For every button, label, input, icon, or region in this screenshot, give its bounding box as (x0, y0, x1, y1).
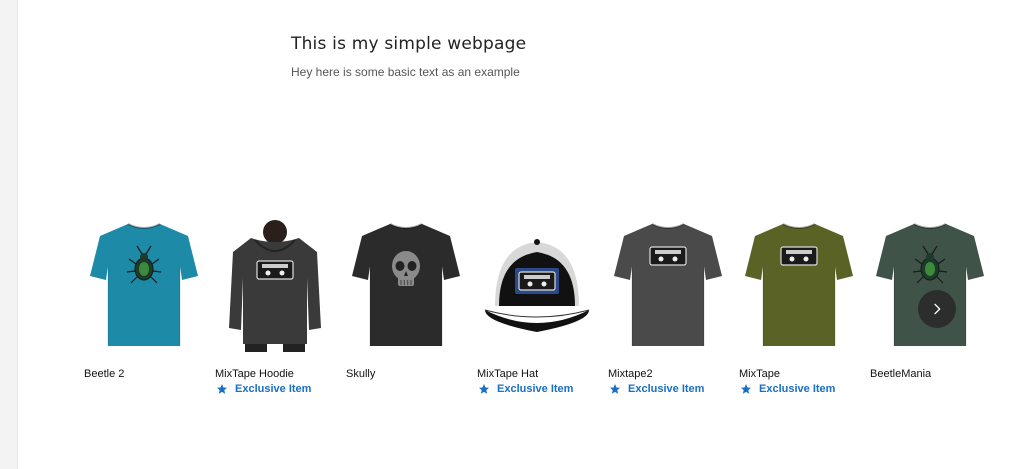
chevron-right-icon (934, 303, 941, 315)
cassette-graphic (256, 260, 294, 280)
product-name[interactable]: BeetleMania (870, 368, 931, 380)
exclusive-badge: Exclusive Item (609, 383, 704, 395)
page-header: This is my simple webpage Hey here is so… (291, 34, 526, 79)
badge-label: Exclusive Item (759, 383, 836, 395)
product-image[interactable] (215, 218, 335, 352)
product-card[interactable]: Beetle 2 (84, 218, 204, 380)
star-icon (741, 384, 751, 394)
product-name[interactable]: MixTape Hat (477, 368, 538, 380)
badge-label: Exclusive Item (235, 383, 312, 395)
product-card[interactable]: MixTape Hoodie Exclusive Item (215, 218, 335, 395)
product-image[interactable] (84, 218, 204, 352)
product-name[interactable]: MixTape Hoodie (215, 368, 294, 380)
page-title: This is my simple webpage (291, 34, 527, 54)
left-rail (0, 0, 18, 469)
product-carousel: Beetle 2 MixTape Hoodie Exclusive Item S… (84, 218, 1024, 408)
product-image[interactable] (870, 218, 990, 352)
star-icon (610, 384, 620, 394)
product-image[interactable] (739, 218, 859, 352)
exclusive-badge: Exclusive Item (216, 383, 311, 395)
cassette-graphic (780, 246, 818, 266)
product-card[interactable]: BeetleMania (870, 218, 990, 380)
product-image[interactable] (346, 218, 466, 352)
product-image[interactable] (608, 218, 728, 352)
product-name[interactable]: MixTape (739, 368, 780, 380)
cassette-graphic (649, 246, 687, 266)
product-card[interactable]: MixTape Exclusive Item (739, 218, 859, 395)
product-image[interactable] (477, 218, 597, 352)
product-name[interactable]: Mixtape2 (608, 368, 653, 380)
exclusive-badge: Exclusive Item (478, 383, 573, 395)
exclusive-badge: Exclusive Item (740, 383, 835, 395)
product-name[interactable]: Beetle 2 (84, 368, 124, 380)
badge-label: Exclusive Item (497, 383, 574, 395)
carousel-next-button[interactable] (918, 290, 956, 328)
product-name[interactable]: Skully (346, 368, 375, 380)
product-card[interactable]: MixTape Hat Exclusive Item (477, 218, 597, 395)
badge-label: Exclusive Item (628, 383, 705, 395)
product-card[interactable]: Mixtape2 Exclusive Item (608, 218, 728, 395)
page-subtitle: Hey here is some basic text as an exampl… (291, 65, 520, 79)
product-card[interactable]: Skully (346, 218, 466, 380)
star-icon (479, 384, 489, 394)
cassette-graphic (518, 271, 556, 291)
star-icon (217, 384, 227, 394)
